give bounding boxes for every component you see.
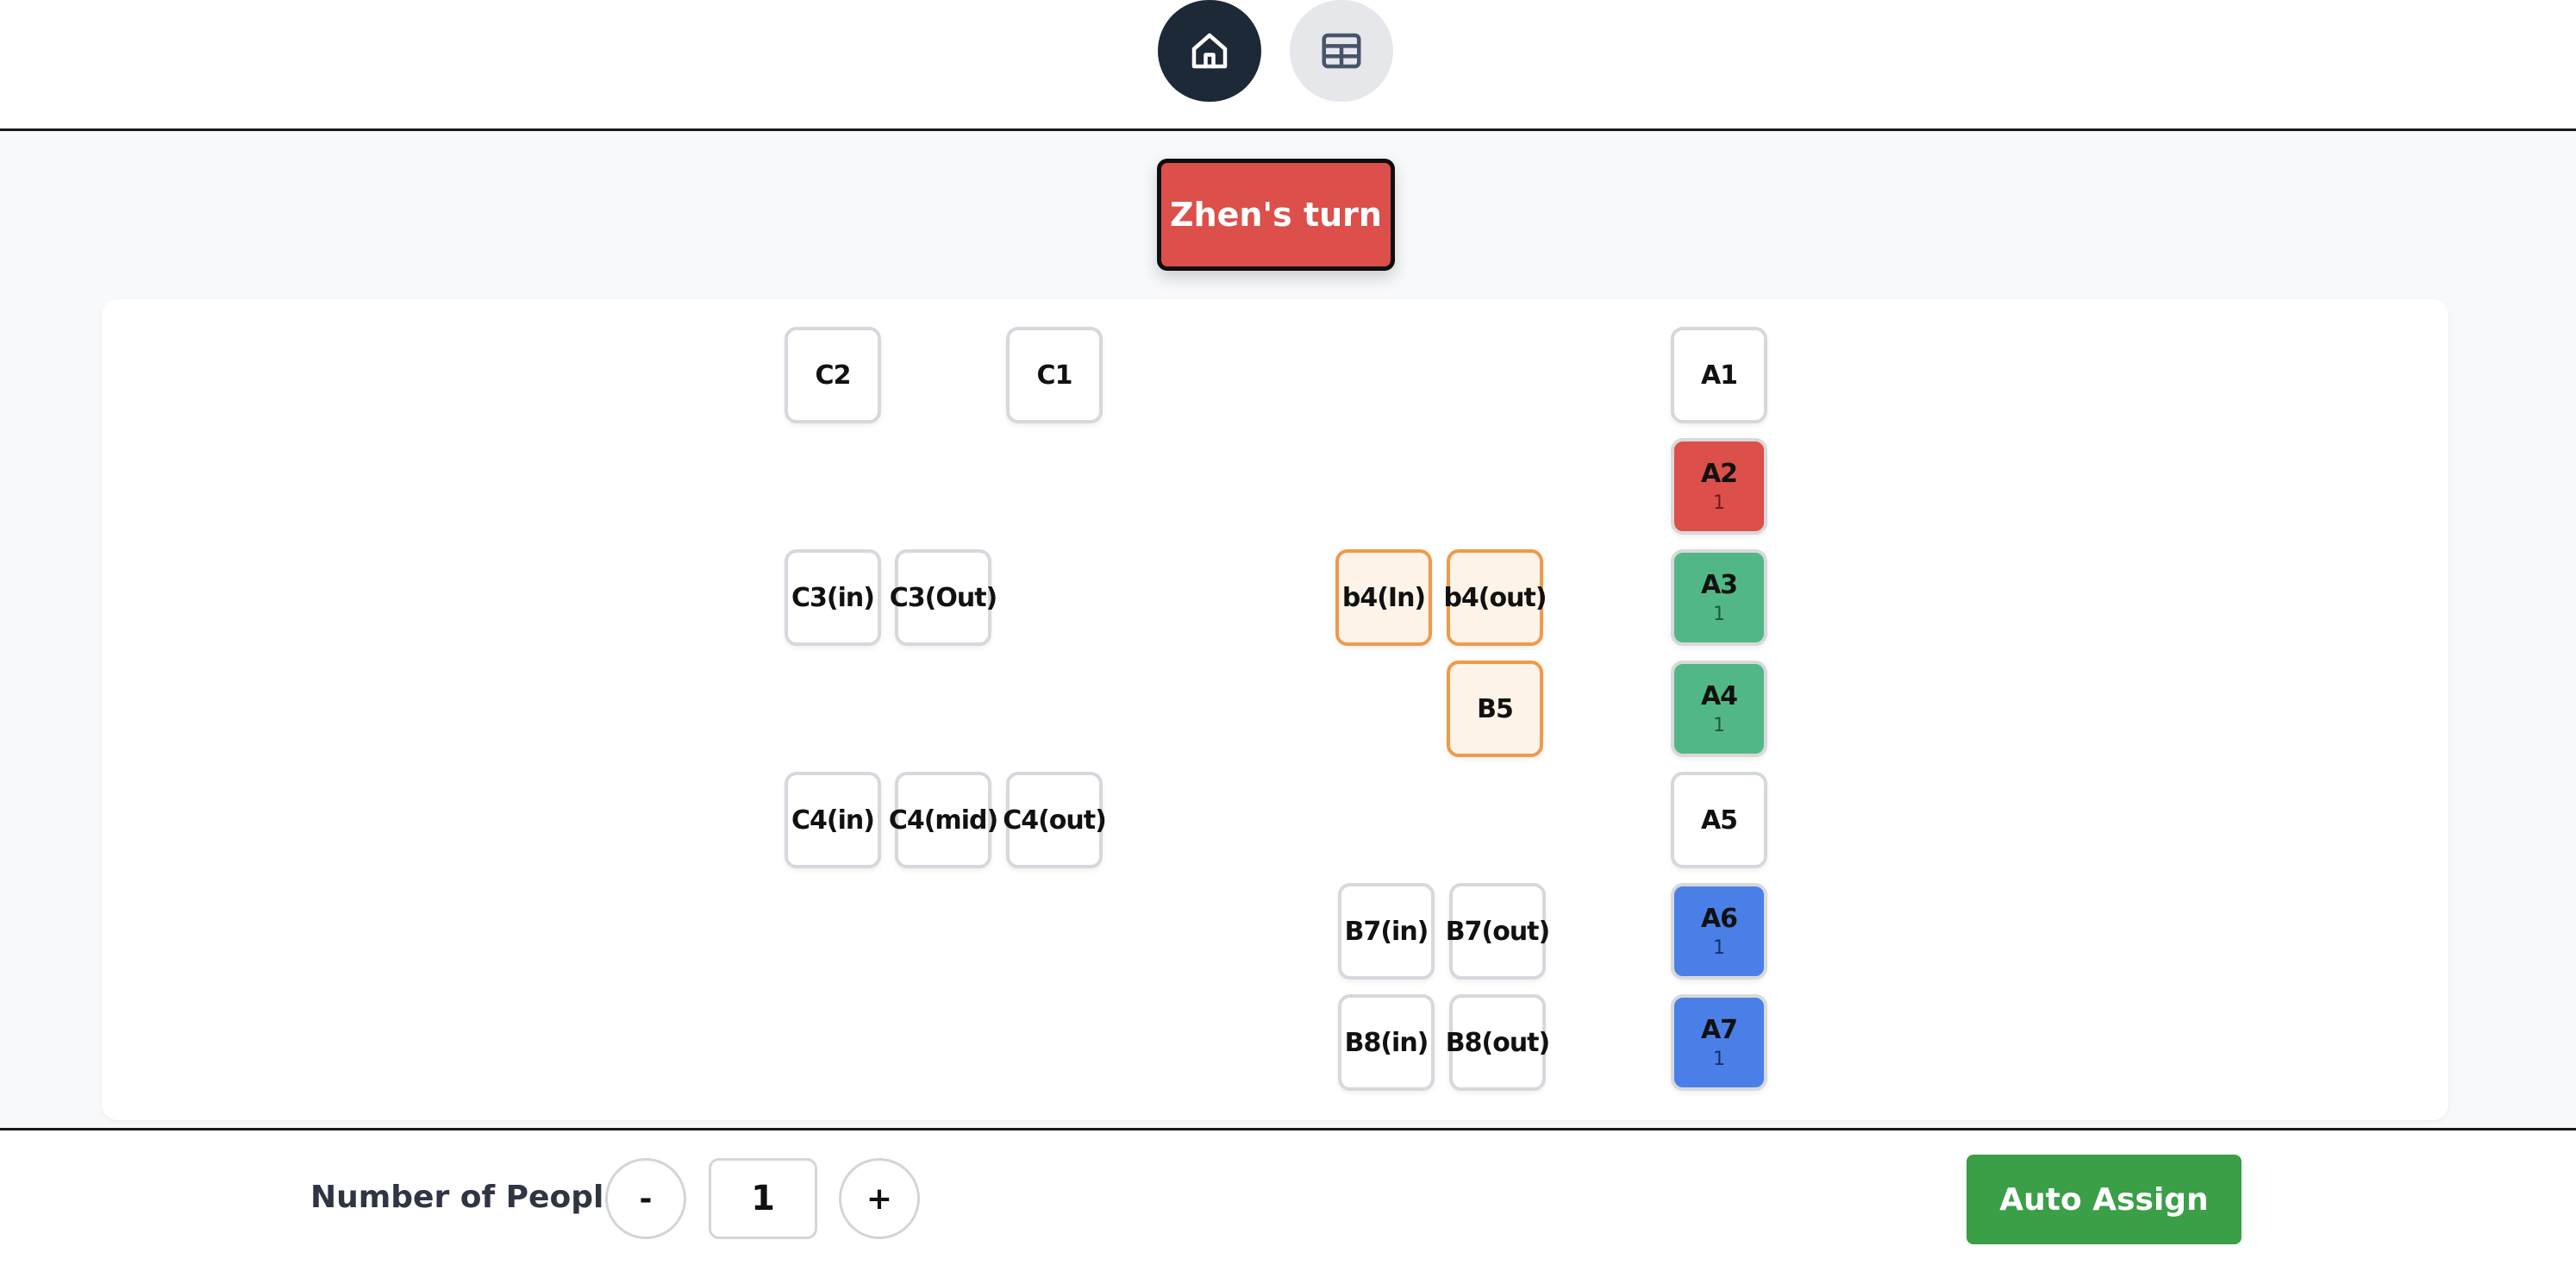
current-turn-badge: Zhen's turn <box>1157 159 1395 271</box>
decrease-people-button[interactable]: - <box>605 1158 686 1239</box>
seat-b7-in[interactable]: B7(in) <box>1338 883 1435 980</box>
seat-label: B8(out) <box>1445 1027 1550 1058</box>
top-navigation-bar <box>0 0 2576 131</box>
seat-label: A3 <box>1700 570 1738 600</box>
seat-a5[interactable]: A5 <box>1671 772 1767 868</box>
seat-c4-mid[interactable]: C4(mid) <box>889 772 998 868</box>
seat-a4[interactable]: A4 1 <box>1671 661 1767 757</box>
seat-c2[interactable]: C2 <box>785 327 881 423</box>
increase-people-button[interactable]: + <box>839 1158 920 1239</box>
seat-occupant-count: 1 <box>1713 715 1725 736</box>
home-icon <box>1191 33 1228 69</box>
seat-label: C4(in) <box>791 805 875 836</box>
seat-b8-out[interactable]: B8(out) <box>1445 994 1550 1091</box>
seat-b7-out[interactable]: B7(out) <box>1445 883 1550 980</box>
seat-a7[interactable]: A7 1 <box>1671 994 1767 1091</box>
seat-label: A5 <box>1700 805 1738 836</box>
seat-label: C3(Out) <box>889 582 998 613</box>
seat-label: C4(mid) <box>888 805 998 836</box>
seat-map-panel: C2 C1 A1 A2 1 C3(in) C3(Out) b4(In) b4(o… <box>102 299 2448 1120</box>
seat-label: b4(In) <box>1341 582 1426 613</box>
seat-label: A6 <box>1700 904 1738 934</box>
seat-c3-in[interactable]: C3(in) <box>785 549 881 646</box>
seat-label: C1 <box>1036 360 1073 391</box>
auto-assign-button[interactable]: Auto Assign <box>1966 1155 2241 1244</box>
seat-b8-in[interactable]: B8(in) <box>1338 994 1435 1091</box>
seat-a6[interactable]: A6 1 <box>1671 883 1767 980</box>
seat-occupant-count: 1 <box>1713 1049 1725 1070</box>
seat-c1[interactable]: C1 <box>1006 327 1103 423</box>
seat-c3-out[interactable]: C3(Out) <box>890 549 997 646</box>
seat-b5[interactable]: B5 <box>1447 661 1543 757</box>
seat-label: C4(out) <box>1003 805 1107 836</box>
seat-label: B7(out) <box>1445 916 1550 947</box>
seat-label: C2 <box>815 360 852 391</box>
seat-a3[interactable]: A3 1 <box>1671 549 1767 646</box>
seat-label: B8(in) <box>1344 1027 1429 1058</box>
seat-occupant-count: 1 <box>1713 604 1725 625</box>
seat-a1[interactable]: A1 <box>1671 327 1767 423</box>
seat-label: B7(in) <box>1344 916 1429 947</box>
seat-occupant-count: 1 <box>1713 937 1725 959</box>
people-count-input[interactable] <box>709 1158 817 1239</box>
seat-label: b4(out) <box>1443 582 1547 613</box>
seat-label: B5 <box>1477 693 1514 724</box>
seat-label: A1 <box>1700 360 1738 391</box>
seat-label: A4 <box>1700 681 1738 711</box>
seat-c4-out[interactable]: C4(out) <box>1003 772 1107 868</box>
seat-label: A7 <box>1700 1015 1738 1045</box>
seat-b4-out[interactable]: b4(out) <box>1443 549 1547 646</box>
seat-b4-in[interactable]: b4(In) <box>1335 549 1432 646</box>
seat-occupant-count: 1 <box>1713 492 1725 514</box>
seat-label: C3(in) <box>791 582 875 613</box>
table-view-button[interactable] <box>1290 0 1393 102</box>
table-grid-icon <box>1322 33 1361 69</box>
seat-c4-in[interactable]: C4(in) <box>785 772 881 868</box>
number-of-people-label: Number of People <box>310 1180 625 1215</box>
seat-label: A2 <box>1700 459 1738 489</box>
home-button[interactable] <box>1158 0 1261 102</box>
seat-a2[interactable]: A2 1 <box>1671 438 1767 535</box>
